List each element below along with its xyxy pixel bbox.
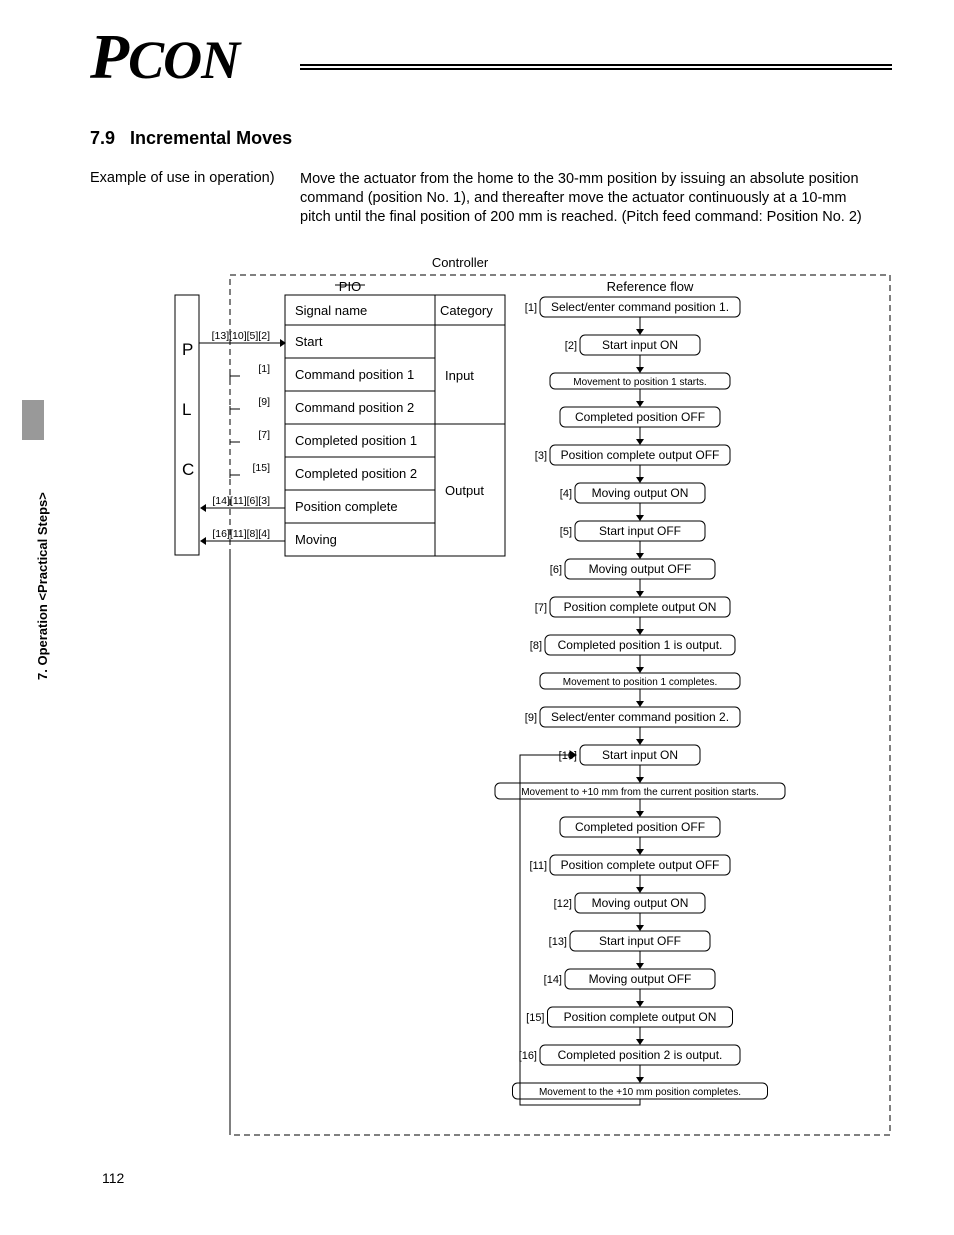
plc-box <box>175 295 199 555</box>
flow-step-ref: [5] <box>560 526 572 538</box>
pio-ref: [7] <box>258 429 270 441</box>
pio-signal-name: Moving <box>295 532 337 547</box>
signal-name-header: Signal name <box>295 303 367 318</box>
flow-step-ref: [1] <box>525 302 537 314</box>
flow-step-text: Completed position OFF <box>575 820 705 834</box>
plc-letter: L <box>182 400 191 419</box>
flow-step-text: Moving output ON <box>592 486 689 500</box>
plc-letter: C <box>182 460 194 479</box>
pio-signal-name: Command position 1 <box>295 367 414 382</box>
section-heading: 7.9 Incremental Moves <box>90 128 292 149</box>
flow-step-ref: [3] <box>535 450 547 462</box>
flow-step-text: Completed position 1 is output. <box>558 638 723 652</box>
section-number: 7.9 <box>90 128 115 148</box>
pio-ref: [16][11][8][4] <box>212 528 270 540</box>
flow-step-text: Movement to the +10 mm position complete… <box>539 1087 741 1098</box>
plc-letter: P <box>182 340 193 359</box>
input-label: Input <box>445 368 474 383</box>
flow-step-text: Start input ON <box>602 338 678 352</box>
pio-label: PIO <box>339 279 361 294</box>
pio-signal-name: Start <box>295 334 323 349</box>
flow-step-ref: [9] <box>525 712 537 724</box>
logo: PCON <box>90 20 239 94</box>
pio-ref: [1] <box>258 363 270 375</box>
category-header: Category <box>440 303 493 318</box>
flow-step-text: Movement to position 1 starts. <box>573 377 706 388</box>
flow-step-text: Start input OFF <box>599 934 681 948</box>
flow-step-text: Movement to position 1 completes. <box>563 677 718 688</box>
logo-p: P <box>90 21 128 92</box>
flow-step-ref: [4] <box>560 488 572 500</box>
intro-body: Move the actuator from the home to the 3… <box>300 170 880 227</box>
flow-step-text: Position complete output OFF <box>561 448 720 462</box>
diagram: Controller PIO Reference flow Signal nam… <box>90 255 900 1148</box>
pio-ref: [14][11][6][3] <box>212 495 270 507</box>
flow-step-ref: [11] <box>529 860 547 872</box>
flow-step-text: Moving output OFF <box>589 562 692 576</box>
flow-step-text: Moving output ON <box>592 896 689 910</box>
page-number: 112 <box>102 1170 124 1186</box>
pio-signal-name: Command position 2 <box>295 400 414 415</box>
pio-ref: [15] <box>252 462 270 474</box>
diagram-svg: Controller PIO Reference flow Signal nam… <box>90 255 900 1145</box>
controller-label: Controller <box>432 255 489 270</box>
flow-step-ref: [14] <box>544 974 562 986</box>
flow-step-ref: [7] <box>535 602 547 614</box>
pio-ref: [13][10][5][2] <box>212 330 270 342</box>
flow-step-text: Completed position 2 is output. <box>558 1048 723 1062</box>
pio-ref: [9] <box>258 396 270 408</box>
side-chapter-label: 7. Operation <Practical Steps> <box>35 492 50 680</box>
flow-step-ref: [2] <box>565 340 577 352</box>
pio-signal-name: Completed position 1 <box>295 433 417 448</box>
flow-step-text: Movement to +10 mm from the current posi… <box>521 787 759 798</box>
flow-step-ref: [13] <box>549 936 567 948</box>
flow-step-ref: [8] <box>530 640 542 652</box>
flow-step-text: Position complete output OFF <box>561 858 720 872</box>
flow-step-text: Start input OFF <box>599 524 681 538</box>
flow-step-text: Start input ON <box>602 748 678 762</box>
flow-step-text: Select/enter command position 1. <box>551 300 729 314</box>
reference-flow-label: Reference flow <box>607 279 694 294</box>
flow-step-text: Select/enter command position 2. <box>551 710 729 724</box>
flow-step-text: Completed position OFF <box>575 410 705 424</box>
margin-tab <box>22 400 44 440</box>
flow-step-ref: [6] <box>550 564 562 576</box>
flow-step-text: Position complete output ON <box>564 1010 717 1024</box>
flow-step-ref: [15] <box>526 1012 544 1024</box>
flow-step-ref: [12] <box>554 898 572 910</box>
section-title-text: Incremental Moves <box>130 128 292 148</box>
pio-signal-name: Position complete <box>295 499 398 514</box>
flow-step-text: Moving output OFF <box>589 972 692 986</box>
pio-signal-name: Completed position 2 <box>295 466 417 481</box>
flow-step-ref: [16] <box>519 1050 537 1062</box>
logo-con: CON <box>128 30 239 90</box>
intro-label: Example of use in operation) <box>90 170 275 186</box>
flow-step-text: Position complete output ON <box>564 600 717 614</box>
output-label: Output <box>445 483 484 498</box>
pio-table: Signal name Category Start [13][10][5][2]… <box>199 295 505 556</box>
